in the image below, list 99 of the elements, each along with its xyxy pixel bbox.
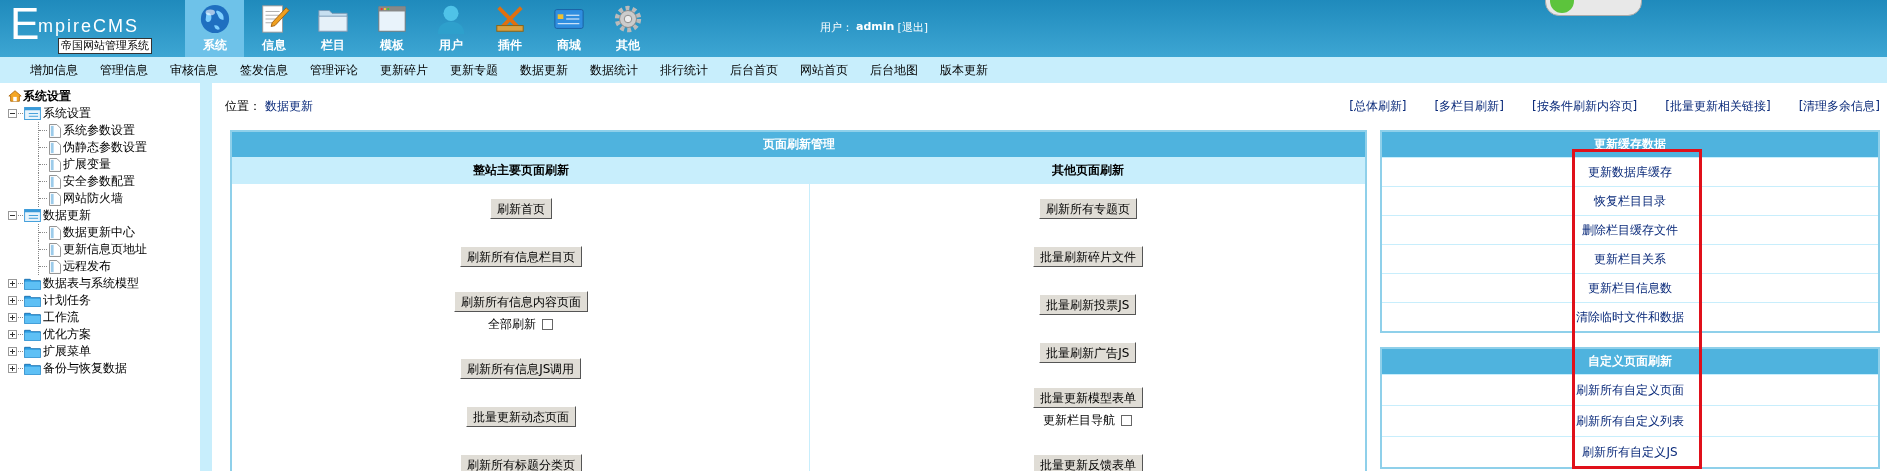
folder-icon — [24, 328, 41, 341]
panel-link[interactable]: 刷新所有自定义JS — [1582, 443, 1678, 461]
panel-link[interactable]: 刷新所有自定义列表 — [1576, 412, 1684, 430]
tree-item[interactable]: 数据表与系统模型 — [43, 275, 139, 292]
logo-letter: E — [10, 2, 40, 46]
location-label: 位置： — [225, 99, 261, 113]
action-link[interactable]: [多栏目刷新] — [1434, 98, 1504, 115]
menu-item[interactable]: 数据更新 — [512, 61, 576, 79]
tree-item[interactable]: 更新信息页地址 — [63, 241, 147, 258]
page-icon — [49, 140, 61, 155]
tree-item[interactable]: 系统参数设置 — [63, 122, 135, 139]
refresh-button[interactable]: 批量更新模型表单 — [1032, 387, 1143, 408]
user-label: 用户： — [820, 20, 853, 35]
refresh-button[interactable]: 刷新所有信息内容页面 — [453, 291, 588, 312]
refresh-button[interactable]: 刷新所有专题页 — [1038, 197, 1137, 219]
refresh-button[interactable]: 批量更新反馈表单 — [1032, 453, 1143, 471]
window-icon — [375, 3, 408, 35]
action-link[interactable]: [清理多余信息] — [1798, 98, 1880, 115]
page-icon — [49, 242, 61, 257]
user-name: admin — [856, 20, 895, 35]
expand-icon[interactable] — [8, 279, 17, 288]
folder-icon — [24, 294, 41, 307]
action-link[interactable]: [批量更新相关链接] — [1665, 98, 1771, 115]
menu-item[interactable]: 后台地图 — [862, 61, 926, 79]
folder-icon — [24, 277, 41, 290]
menu-item[interactable]: 网站首页 — [792, 61, 856, 79]
logo-caption: 帝国网站管理系统 — [58, 38, 152, 54]
panel-link[interactable]: 更新栏目关系 — [1594, 250, 1666, 268]
expand-icon[interactable] — [8, 296, 17, 305]
logo-text: mpireCMS — [38, 16, 139, 37]
expand-icon[interactable] — [8, 364, 17, 373]
tree-item[interactable]: 伪静态参数设置 — [63, 139, 147, 156]
menu-item[interactable]: 后台首页 — [722, 61, 786, 79]
refresh-button[interactable]: 刷新所有信息栏目页 — [459, 245, 582, 267]
tree-item[interactable]: 系统设置 — [43, 105, 91, 122]
panel-link[interactable]: 更新数据库缓存 — [1588, 163, 1672, 181]
panel-title: 自定义页面刷新 — [1382, 349, 1878, 374]
tree-item[interactable]: 网站防火墙 — [63, 190, 123, 207]
expand-icon[interactable] — [8, 313, 17, 322]
folder-icon — [24, 345, 41, 358]
menu-item[interactable]: 管理信息 — [92, 61, 156, 79]
refresh-button[interactable]: 刷新所有信息JS调用 — [460, 357, 582, 379]
menu-item[interactable]: 签发信息 — [232, 61, 296, 79]
panel-title: 页面刷新管理 — [232, 132, 1365, 157]
page-icon — [49, 225, 61, 240]
expand-icon[interactable] — [8, 347, 17, 356]
refresh-button[interactable]: 批量更新动态页面 — [465, 405, 576, 427]
panel-link[interactable]: 恢复栏目目录 — [1594, 192, 1666, 210]
collapse-icon[interactable] — [8, 211, 17, 220]
refresh-button[interactable]: 刷新首页 — [489, 197, 552, 219]
collapse-icon[interactable] — [8, 109, 17, 118]
menu-item[interactable]: 管理评论 — [302, 61, 366, 79]
checkbox[interactable] — [1121, 415, 1133, 426]
refresh-button[interactable]: 批量刷新碎片文件 — [1032, 245, 1143, 267]
menu-item[interactable]: 排行统计 — [652, 61, 716, 79]
list-window-icon — [24, 107, 41, 120]
tree-title: 系统设置 — [23, 87, 71, 105]
tree-item[interactable]: 备份与恢复数据 — [43, 360, 127, 377]
folder-icon — [24, 362, 41, 375]
tree-item[interactable]: 数据更新 — [43, 207, 91, 224]
tree-item[interactable]: 数据更新中心 — [63, 224, 135, 241]
page-icon — [49, 259, 61, 274]
page-icon — [49, 191, 61, 206]
column-heading: 整站主要页面刷新 — [232, 157, 810, 184]
list-window-icon — [24, 209, 41, 222]
column-heading: 其他页面刷新 — [810, 157, 1365, 184]
tree-item[interactable]: 优化方案 — [43, 326, 91, 343]
tree-item[interactable]: 扩展菜单 — [43, 343, 91, 360]
panel-link[interactable]: 更新栏目信息数 — [1588, 279, 1672, 297]
tree-item[interactable]: 远程发布 — [63, 258, 111, 275]
tree-item[interactable]: 工作流 — [43, 309, 79, 326]
refresh-button[interactable]: 批量刷新投票JS — [1039, 293, 1137, 315]
menu-item[interactable]: 更新专题 — [442, 61, 506, 79]
house-icon — [8, 89, 22, 103]
tree-item[interactable]: 安全参数配置 — [63, 173, 135, 190]
checkbox-label: 全部刷新 — [488, 316, 537, 333]
menu-item[interactable]: 版本更新 — [932, 61, 996, 79]
panel-link[interactable]: 删除栏目缓存文件 — [1582, 221, 1678, 239]
page-icon — [49, 123, 61, 138]
refresh-button[interactable]: 刷新所有标题分类页 — [459, 453, 582, 471]
checkbox[interactable] — [542, 319, 554, 330]
tree-item[interactable]: 扩展变量 — [63, 156, 111, 173]
globe-icon — [198, 3, 231, 35]
location-link[interactable]: 数据更新 — [264, 99, 313, 113]
panel-link[interactable]: 刷新所有自定义页面 — [1576, 381, 1684, 399]
menu-item[interactable]: 更新碎片 — [372, 61, 436, 79]
menu-item[interactable]: 数据统计 — [582, 61, 646, 79]
refresh-button[interactable]: 批量刷新广告JS — [1039, 341, 1137, 363]
action-link[interactable]: [按条件刷新内容页] — [1531, 98, 1638, 115]
menu-item[interactable]: 审核信息 — [162, 61, 226, 79]
menu-item[interactable]: 增加信息 — [22, 61, 86, 79]
expand-icon[interactable] — [8, 330, 17, 339]
page-icon — [49, 157, 61, 172]
tree-item[interactable]: 计划任务 — [43, 292, 91, 309]
folder-icon — [24, 311, 41, 324]
action-link[interactable]: [总体刷新] — [1349, 98, 1407, 115]
checkbox-label: 更新栏目导航 — [1043, 412, 1116, 429]
page-icon — [49, 174, 61, 189]
panel-link[interactable]: 清除临时文件和数据 — [1576, 308, 1684, 326]
